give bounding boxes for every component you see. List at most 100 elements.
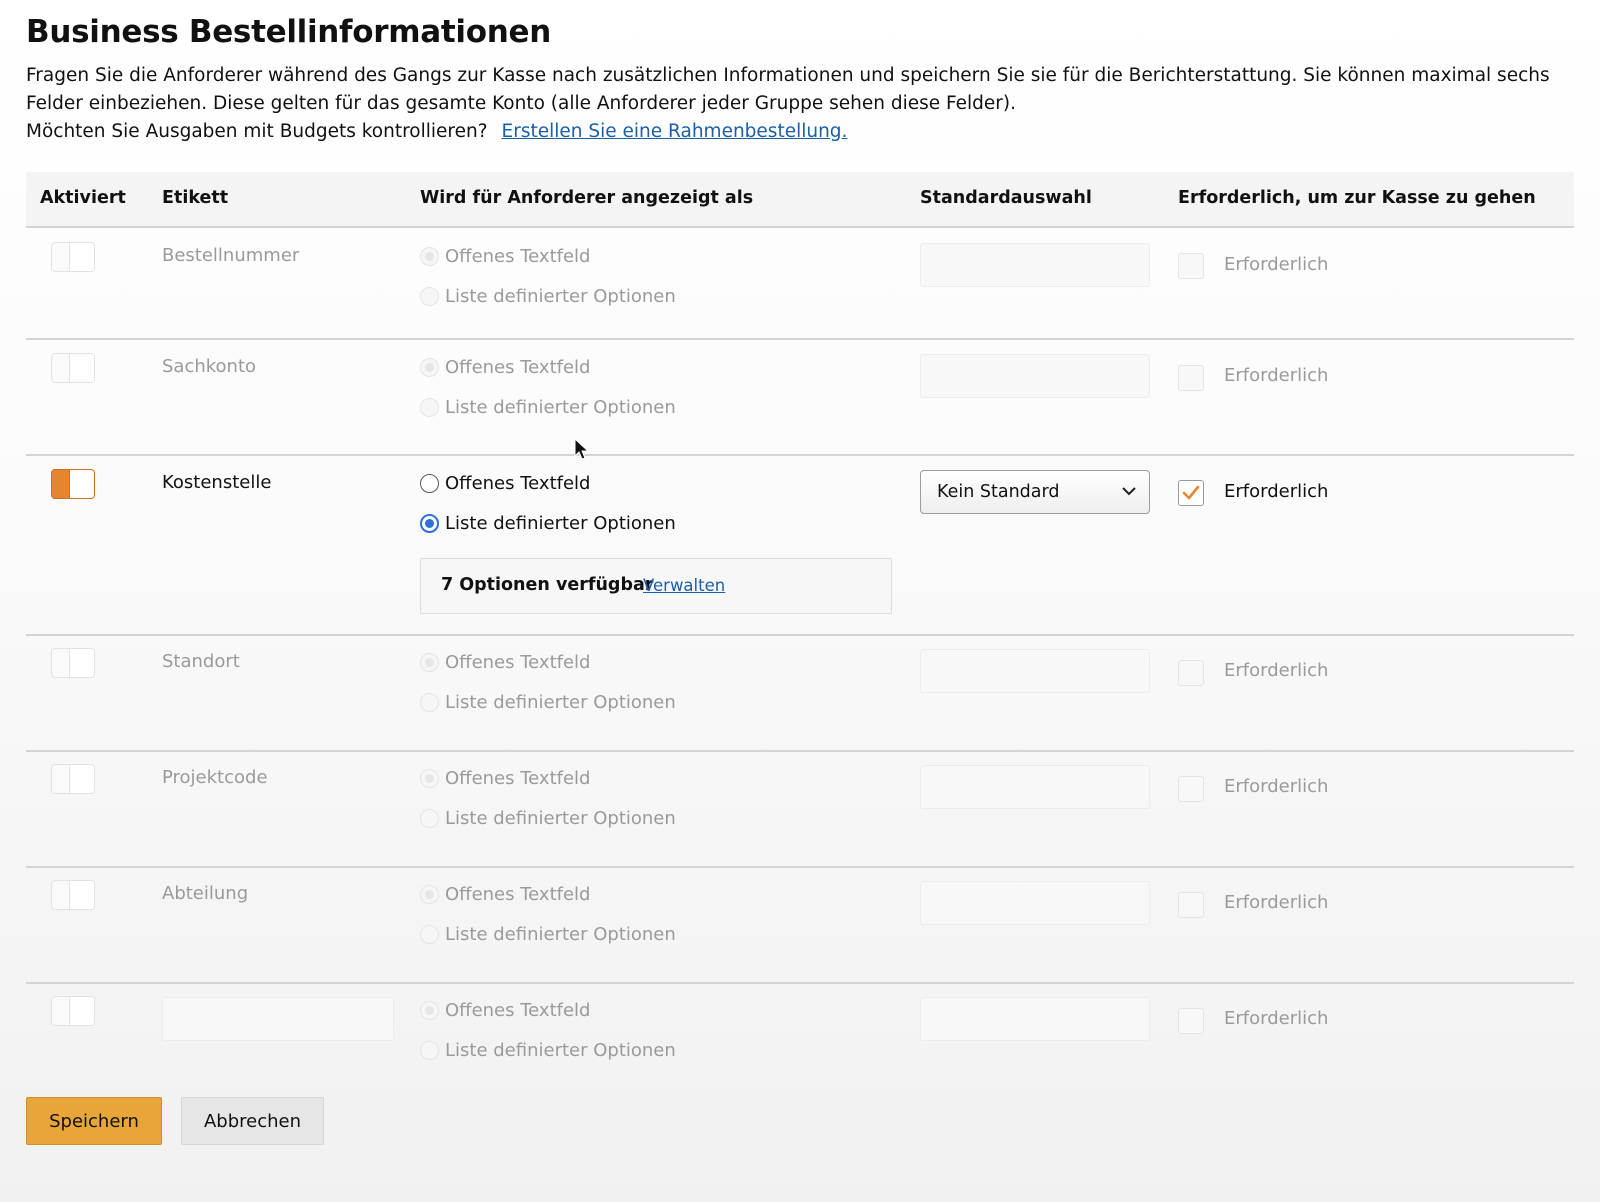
radio-open-text[interactable]: Offenes Textfeld [420,651,590,673]
enable-toggle[interactable] [51,242,95,272]
radio-button[interactable] [420,924,439,944]
field-label: Bestellnummer [162,245,300,266]
radio-option-list[interactable]: Liste definierter Optionen [420,923,676,945]
budget-question: Möchten Sie Ausgaben mit Budgets kontrol… [26,121,488,142]
required-label: Erforderlich [1224,660,1329,681]
table-row: Offenes Textfeld Liste definierter Optio… [26,984,1574,1080]
default-value-input[interactable] [920,881,1150,925]
radio-open-text[interactable]: Offenes Textfeld [420,472,590,494]
table-row: Standort Offenes Textfeld Liste definier… [26,636,1574,752]
table-row: Projektcode Offenes Textfeld Liste defin… [26,752,1574,868]
cancel-button[interactable]: Abbrechen [181,1097,324,1145]
table-row: Sachkonto Offenes Textfeld Liste definie… [26,340,1574,456]
enable-toggle[interactable] [51,469,95,499]
radio-label: Offenes Textfeld [445,883,591,905]
toggle-knob [69,765,94,793]
required-checkbox[interactable] [1178,365,1204,391]
radio-option-list[interactable]: Liste definierter Optionen [420,691,676,713]
budget-line: Möchten Sie Ausgaben mit Budgets kontrol… [26,118,1556,146]
save-button[interactable]: Speichern [26,1097,162,1145]
required-label: Erforderlich [1224,1008,1329,1029]
radio-button[interactable] [420,1040,439,1060]
enable-toggle[interactable] [51,996,95,1026]
enable-toggle[interactable] [51,353,95,383]
radio-label: Offenes Textfeld [445,767,591,789]
options-count: 7 Optionen verfügbar [441,575,654,595]
radio-label: Offenes Textfeld [445,356,591,378]
radio-button[interactable] [420,808,439,828]
required-checkbox[interactable] [1178,1008,1204,1034]
radio-open-text[interactable]: Offenes Textfeld [420,883,590,905]
default-value-input[interactable] [920,243,1150,287]
default-value-select[interactable]: Kein Standard [920,470,1150,514]
radio-open-text[interactable]: Offenes Textfeld [420,356,590,378]
radio-label: Offenes Textfeld [445,999,591,1021]
radio-open-text[interactable]: Offenes Textfeld [420,767,590,789]
field-label: Projektcode [162,767,268,788]
required-checkbox[interactable] [1178,776,1204,802]
description-text: Fragen Sie die Anforderer während des Ga… [26,65,1550,114]
required-checkbox[interactable] [1178,892,1204,918]
radio-label: Liste definierter Optionen [445,807,676,829]
custom-label-input[interactable] [162,997,394,1041]
column-header-default: Standardauswahl [920,188,1092,208]
radio-button[interactable] [420,473,439,493]
column-header-required: Erforderlich, um zur Kasse zu gehen [1178,188,1536,208]
table-row: Kostenstelle Offenes Textfeld Liste defi… [26,456,1574,636]
radio-open-text[interactable]: Offenes Textfeld [420,245,590,267]
required-checkbox[interactable] [1178,480,1204,506]
field-label: Kostenstelle [162,472,272,493]
radio-label: Liste definierter Optionen [445,285,676,307]
field-label: Sachkonto [162,356,257,377]
radio-button[interactable] [420,1000,439,1020]
field-label: Standort [162,651,240,672]
radio-button[interactable] [420,692,439,712]
radio-label: Liste definierter Optionen [445,396,676,418]
radio-button[interactable] [420,397,439,417]
enable-toggle[interactable] [51,764,95,794]
chevron-down-icon [1122,487,1136,496]
radio-button[interactable] [420,246,439,266]
toggle-knob [69,997,94,1025]
radio-option-list[interactable]: Liste definierter Optionen [420,807,676,829]
required-label: Erforderlich [1224,481,1329,502]
radio-option-list[interactable]: Liste definierter Optionen [420,285,676,307]
radio-label: Liste definierter Optionen [445,691,676,713]
column-header-enabled: Aktiviert [40,188,126,208]
radio-label: Liste definierter Optionen [445,512,676,534]
checkmark-icon [1182,485,1200,500]
radio-label: Offenes Textfeld [445,472,591,494]
manage-options-link[interactable]: Verwalten [643,576,725,595]
default-value-input[interactable] [920,354,1150,398]
required-label: Erforderlich [1224,892,1329,913]
radio-button[interactable] [420,768,439,788]
radio-option-list[interactable]: Liste definierter Optionen [420,1039,676,1061]
table-header: Aktiviert Etikett Wird für Anforderer an… [26,172,1574,228]
radio-button[interactable] [420,652,439,672]
required-label: Erforderlich [1224,254,1329,275]
page-description: Fragen Sie die Anforderer während des Ga… [26,62,1556,146]
enable-toggle[interactable] [51,880,95,910]
mouse-cursor-icon [574,438,590,460]
table-row: Bestellnummer Offenes Textfeld Liste def… [26,228,1574,340]
enable-toggle[interactable] [51,648,95,678]
radio-button[interactable] [420,286,439,306]
required-checkbox[interactable] [1178,253,1204,279]
radio-option-list[interactable]: Liste definierter Optionen [420,396,676,418]
radio-button[interactable] [420,884,439,904]
radio-label: Liste definierter Optionen [445,1039,676,1061]
toggle-knob [69,243,94,271]
create-blanket-order-link[interactable]: Erstellen Sie eine Rahmenbestellung. [502,121,848,142]
default-value-input[interactable] [920,997,1150,1041]
default-value-input[interactable] [920,649,1150,693]
radio-label: Offenes Textfeld [445,245,591,267]
radio-option-list[interactable]: Liste definierter Optionen [420,512,676,534]
radio-open-text[interactable]: Offenes Textfeld [420,999,590,1021]
toggle-knob [69,649,94,677]
page: Business Bestellinformationen Fragen Sie… [0,0,1600,1202]
radio-button[interactable] [420,357,439,377]
default-value-input[interactable] [920,765,1150,809]
options-summary: 7 Optionen verfügbar Verwalten [420,558,892,614]
required-checkbox[interactable] [1178,660,1204,686]
radio-button-selected[interactable] [420,513,439,533]
